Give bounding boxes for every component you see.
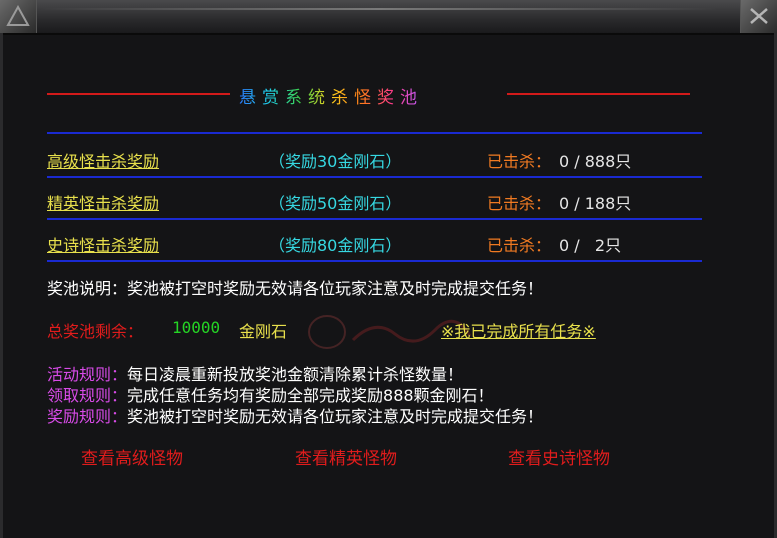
killed-label: 已击杀： [487, 236, 552, 255]
pool-label: 总奖池剩余： [47, 322, 144, 341]
task-link-advanced[interactable]: 高级怪击杀奖励 [47, 148, 159, 172]
task-link-elite[interactable]: 精英怪击杀奖励 [47, 190, 159, 214]
title-rule-right [507, 93, 690, 95]
task-reward: （奖励30金刚石） [269, 152, 402, 171]
title-row: 悬赏系统杀怪奖池 [47, 82, 690, 108]
pool-row: 总奖池剩余： 10000 金刚石 ※我已完成所有任务※ [47, 318, 727, 342]
divider [47, 260, 702, 262]
kill-count: 0 / 888只 [559, 152, 632, 171]
rule-text: 奖池被打空时奖励无效请各位玩家注意及时完成提交任务！ [127, 407, 544, 426]
killed-label: 已击杀： [487, 152, 552, 171]
frame-side-left [0, 33, 3, 538]
task-row-epic: 史诗怪击杀奖励 （奖励80金刚石） 已击杀： 0 / 2只 [47, 232, 727, 256]
divider [47, 132, 702, 134]
window-frame-top [0, 0, 777, 35]
killed-label: 已击杀： [487, 194, 552, 213]
frame-corner-left [0, 0, 37, 33]
kill-count: 0 / 188只 [559, 194, 632, 213]
divider [47, 176, 702, 178]
page-title: 悬赏系统杀怪奖池 [239, 83, 423, 108]
task-reward: （奖励80金刚石） [269, 236, 402, 255]
view-epic-button[interactable]: 查看史诗怪物 [508, 444, 610, 469]
task-reward: （奖励50金刚石） [269, 194, 402, 213]
task-link-epic[interactable]: 史诗怪击杀奖励 [47, 232, 159, 256]
pool-remaining: 10000 [172, 318, 221, 337]
kill-count: 0 / 2只 [559, 236, 622, 255]
task-row-advanced: 高级怪击杀奖励 （奖励30金刚石） 已击杀： 0 / 888只 [47, 148, 727, 172]
ornament-icon [6, 5, 30, 26]
rule-key: 奖励规则： [47, 407, 128, 426]
title-rule-left [47, 93, 230, 95]
pool-unit: 金刚石 [239, 322, 288, 341]
close-icon[interactable] [747, 5, 771, 27]
task-row-elite: 精英怪击杀奖励 （奖励50金刚石） 已击杀： 0 / 188只 [47, 190, 727, 214]
view-elite-button[interactable]: 查看精英怪物 [295, 444, 397, 469]
view-advanced-button[interactable]: 查看高级怪物 [81, 444, 183, 469]
rule-reward: 奖励规则：奖池被打空时奖励无效请各位玩家注意及时完成提交任务！ [47, 403, 543, 427]
divider [47, 218, 702, 220]
frame-shine [40, 8, 717, 10]
close-button[interactable] [740, 0, 777, 33]
pool-description: 奖池说明：奖池被打空时奖励无效请各位玩家注意及时完成提交任务！ [47, 279, 544, 298]
complete-all-link[interactable]: ※我已完成所有任务※ [441, 318, 596, 342]
